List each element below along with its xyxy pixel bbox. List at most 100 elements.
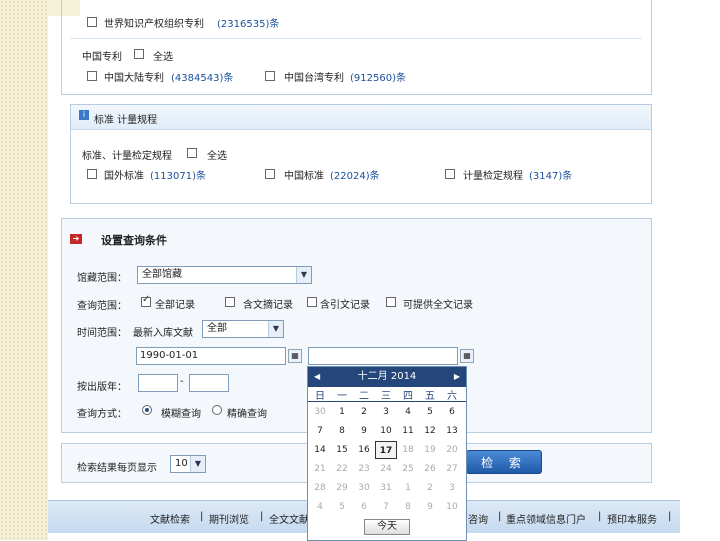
calendar-day[interactable]: 10 <box>375 422 397 440</box>
prev-month-icon[interactable]: ◀ <box>314 367 320 387</box>
calendar-day[interactable]: 7 <box>375 498 397 516</box>
mode-exact-radio[interactable] <box>212 405 222 415</box>
scope-fulltext-label: 可提供全文记录 <box>403 300 473 311</box>
calendar-day[interactable]: 8 <box>397 498 419 516</box>
date-to-input[interactable] <box>308 347 458 365</box>
calendar-icon[interactable]: ▦ <box>288 349 302 363</box>
calendar-day[interactable]: 23 <box>353 460 375 478</box>
calendar-day[interactable]: 4 <box>309 498 331 516</box>
calendar-day[interactable]: 18 <box>397 441 419 459</box>
calendar-day[interactable]: 17 <box>375 441 397 459</box>
metrology-checkbox[interactable] <box>445 169 455 179</box>
calendar-day[interactable]: 6 <box>353 498 375 516</box>
wipo-count: (2316535)条 <box>217 19 280 30</box>
standards-group-title: 标准、计量检定规程 <box>82 151 172 162</box>
year-dash: - <box>180 376 184 387</box>
today-button[interactable]: 今天 <box>364 519 410 535</box>
calendar-day[interactable]: 14 <box>309 441 331 459</box>
calendar-day[interactable]: 3 <box>441 479 463 497</box>
weekday-label: 五 <box>425 391 435 402</box>
arrow-icon: ➜ <box>70 234 82 244</box>
scope-fulltext-checkbox[interactable] <box>386 297 396 307</box>
calendar-day[interactable]: 20 <box>441 441 463 459</box>
foreign-standard-checkbox[interactable] <box>87 169 97 179</box>
taiwan-count: (912560)条 <box>350 73 406 84</box>
calendar-day[interactable]: 9 <box>353 422 375 440</box>
calendar-day[interactable]: 15 <box>331 441 353 459</box>
date-from-value: 1990-01-01 <box>140 350 199 361</box>
scope-label: 查询范围： <box>77 301 127 312</box>
calendar-day[interactable]: 19 <box>419 441 441 459</box>
calendar-day[interactable]: 31 <box>375 479 397 497</box>
standards-section-title: 标准 计量规程 <box>94 115 158 126</box>
calendar-day[interactable]: 11 <box>397 422 419 440</box>
calendar-day[interactable]: 13 <box>441 422 463 440</box>
taiwan-label: 中国台湾专利 <box>284 73 344 84</box>
calendar-title: 十二月 2014 <box>357 371 417 382</box>
chevron-down-icon: ▼ <box>296 267 311 283</box>
scope-all-label: 全部记录 <box>155 300 195 311</box>
footer-item-fulltext[interactable]: 全文文献 <box>269 511 309 526</box>
calendar-day[interactable]: 16 <box>353 441 375 459</box>
footer-separator: | <box>598 511 602 522</box>
calendar-day[interactable]: 30 <box>309 403 331 421</box>
calendar-day[interactable]: 8 <box>331 422 353 440</box>
metrology-label: 计量检定规程 <box>463 171 523 182</box>
calendar-day[interactable]: 7 <box>309 422 331 440</box>
calendar-day[interactable]: 12 <box>419 422 441 440</box>
calendar-day[interactable]: 22 <box>331 460 353 478</box>
year-to-input[interactable] <box>189 374 229 392</box>
year-label: 按出版年： <box>77 382 127 393</box>
calendar-day[interactable]: 29 <box>331 479 353 497</box>
calendar-day[interactable]: 5 <box>331 498 353 516</box>
calendar-day[interactable]: 10 <box>441 498 463 516</box>
footer-item-literature-search[interactable]: 文献检索 <box>150 511 190 526</box>
weekday-label: 一 <box>337 391 347 402</box>
calendar-day[interactable]: 9 <box>419 498 441 516</box>
next-month-icon[interactable]: ▶ <box>454 367 460 387</box>
scope-citation-checkbox[interactable] <box>307 297 317 307</box>
calendar-day[interactable]: 2 <box>419 479 441 497</box>
calendar-day[interactable]: 6 <box>441 403 463 421</box>
china-standard-checkbox[interactable] <box>265 169 275 179</box>
calendar-icon[interactable]: ▦ <box>460 349 474 363</box>
standards-select-all-checkbox[interactable] <box>187 148 197 158</box>
taiwan-checkbox[interactable] <box>265 71 275 81</box>
calendar-day[interactable]: 26 <box>419 460 441 478</box>
scope-abstract-checkbox[interactable] <box>225 297 235 307</box>
calendar-day[interactable]: 1 <box>331 403 353 421</box>
china-select-all-checkbox[interactable] <box>134 49 144 59</box>
calendar-day[interactable]: 5 <box>419 403 441 421</box>
per-page-select[interactable]: 10 ▼ <box>170 455 206 473</box>
search-button[interactable]: 检 索 <box>466 450 542 474</box>
time-select[interactable]: 全部 ▼ <box>202 320 284 338</box>
footer-item-journal-browse[interactable]: 期刊浏览 <box>209 511 249 526</box>
calendar-day[interactable]: 27 <box>441 460 463 478</box>
year-from-input[interactable] <box>138 374 178 392</box>
mainland-label: 中国大陆专利 <box>104 73 164 84</box>
wipo-checkbox[interactable] <box>87 17 97 27</box>
collection-label: 馆藏范围： <box>77 273 127 284</box>
calendar-day[interactable]: 4 <box>397 403 419 421</box>
weekday-label: 三 <box>381 391 391 402</box>
collection-value: 全部馆藏 <box>142 269 182 280</box>
calendar-day[interactable]: 28 <box>309 479 331 497</box>
china-standard-label: 中国标准 <box>284 171 324 182</box>
calendar-day[interactable]: 25 <box>397 460 419 478</box>
mode-fuzzy-radio[interactable] <box>142 405 152 415</box>
footer-item-consult[interactable]: 咨询 <box>468 511 488 526</box>
calendar-day[interactable]: 30 <box>353 479 375 497</box>
calendar-day[interactable]: 21 <box>309 460 331 478</box>
calendar-day[interactable]: 2 <box>353 403 375 421</box>
collection-select[interactable]: 全部馆藏 ▼ <box>137 266 312 284</box>
weekday-label: 二 <box>359 391 369 402</box>
calendar-day[interactable]: 24 <box>375 460 397 478</box>
date-from-input[interactable]: 1990-01-01 <box>136 347 286 365</box>
scope-all-checkbox[interactable] <box>141 294 151 307</box>
footer-separator: | <box>668 511 672 522</box>
calendar-day[interactable]: 1 <box>397 479 419 497</box>
calendar-day[interactable]: 3 <box>375 403 397 421</box>
footer-item-preprint[interactable]: 预印本服务 <box>607 511 657 526</box>
footer-item-key-portal[interactable]: 重点领域信息门户 <box>506 511 586 526</box>
mainland-checkbox[interactable] <box>87 71 97 81</box>
